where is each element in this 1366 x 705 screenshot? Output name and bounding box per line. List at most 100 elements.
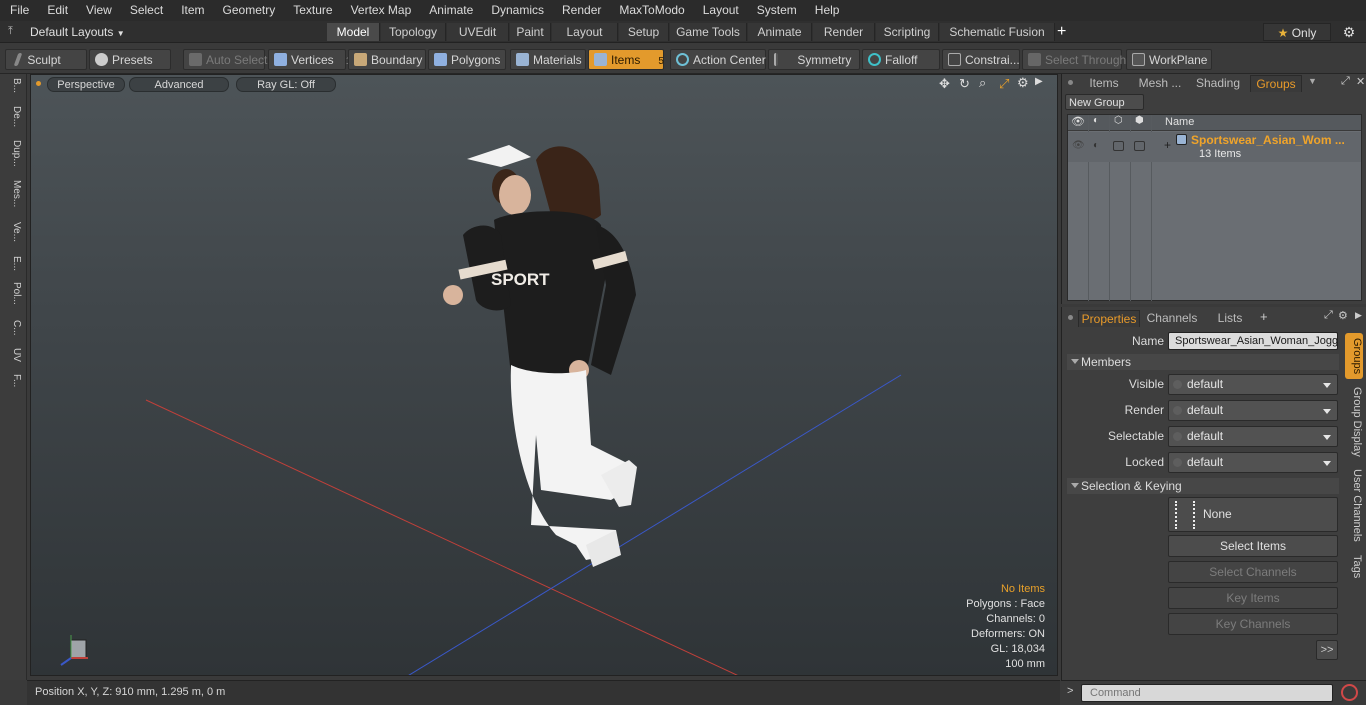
selectable-dropdown[interactable]: default (1168, 426, 1338, 447)
properties-tab-properties[interactable]: Properties (1078, 310, 1140, 327)
constraints-button[interactable]: Constrai... (942, 49, 1020, 70)
gear-icon[interactable]: ⚙ (1340, 21, 1358, 43)
items-button[interactable]: Items 5 (588, 49, 664, 70)
key-channels-button[interactable]: Key Channels (1168, 613, 1338, 635)
layout-tab-paint[interactable]: Paint (510, 23, 551, 41)
left-tab-9[interactable]: F... (4, 374, 22, 387)
auto-select-button[interactable]: Auto Select (183, 49, 267, 70)
groups-tab-groups[interactable]: Groups (1250, 75, 1302, 92)
visibility-toggle-icon[interactable]: 👁 (1072, 140, 1085, 151)
vertices-button[interactable]: Vertices1 (268, 49, 351, 70)
menu-vertex-map[interactable]: Vertex Map (341, 0, 420, 21)
action-center-button[interactable]: Action Center (670, 49, 766, 70)
symmetry-button[interactable]: Symmetry (768, 49, 860, 70)
layout-tab-scripting[interactable]: Scripting (876, 23, 939, 41)
mesh-icon[interactable]: ⬡ (1114, 115, 1123, 126)
menu-texture[interactable]: Texture (283, 0, 340, 21)
key-items-button[interactable]: Key Items (1168, 587, 1338, 609)
layout-tab-topology[interactable]: Topology (381, 23, 446, 41)
visible-dropdown[interactable]: default (1168, 374, 1338, 395)
selection-keying-section[interactable]: Selection & Keying (1067, 478, 1339, 494)
menu-render[interactable]: Render (552, 0, 609, 21)
sculpt-button[interactable]: Sculpt (5, 49, 87, 70)
group-name[interactable]: Sportswear_Asian_Wom ... (1191, 133, 1345, 147)
render-toggle-icon[interactable]: ◐ (1093, 140, 1099, 151)
groups-list[interactable]: 👁 ◐ ⬡ ⬢ Name 👁 ◐ + Sportswear_Asian_Wom … (1067, 114, 1362, 301)
menu-edit[interactable]: Edit (37, 0, 76, 21)
select-items-button[interactable]: Select Items (1168, 535, 1338, 557)
command-input[interactable] (1081, 684, 1333, 702)
name-field[interactable]: Sportswear_Asian_Woman_Jogg (1168, 332, 1338, 350)
name-column-header[interactable]: Name (1165, 116, 1194, 128)
menu-geometry[interactable]: Geometry (213, 0, 284, 21)
layout-tab-setup[interactable]: Setup (619, 23, 669, 41)
lock-icon[interactable]: ⬢ (1135, 115, 1144, 126)
layout-tab-layout[interactable]: Layout (552, 23, 618, 41)
menu-dynamics[interactable]: Dynamics (481, 0, 552, 21)
panel-menu-arrow-icon[interactable]: ▼ (1308, 76, 1317, 86)
record-icon[interactable] (1341, 684, 1358, 701)
panel-menu-arrow-icon[interactable]: ▶ (1355, 310, 1362, 321)
left-tab-2[interactable]: Dup... (4, 140, 22, 167)
group-row[interactable]: 👁 ◐ + Sportswear_Asian_Wom ... 13 Items (1068, 132, 1361, 162)
layout-tab-uvedit[interactable]: UVEdit (447, 23, 509, 41)
expand-panel-icon[interactable]: ⤢ (1341, 75, 1350, 88)
eye-icon[interactable]: 👁 (1071, 115, 1085, 128)
3d-viewport[interactable]: Perspective Advanced Ray GL: Off ✥ ↻ ⌕ ⤢… (30, 74, 1058, 676)
menu-view[interactable]: View (76, 0, 120, 21)
members-section[interactable]: Members (1067, 354, 1339, 370)
left-tab-4[interactable]: Ve... (4, 222, 22, 242)
layout-dropdown[interactable]: Default Layouts ▼ (30, 21, 125, 43)
mesh-toggle-icon[interactable] (1113, 141, 1124, 151)
add-panel-tab-icon[interactable]: + (1260, 309, 1268, 324)
locked-dropdown[interactable]: default (1168, 452, 1338, 473)
side-tab-user-channels[interactable]: User Channels (1345, 465, 1363, 545)
settings-gear-icon[interactable]: ⚙ (1338, 309, 1348, 322)
side-tab-group-display[interactable]: Group Display (1345, 383, 1363, 461)
left-tab-6[interactable]: Pol... (4, 282, 22, 305)
side-tab-tags[interactable]: Tags (1345, 549, 1363, 585)
new-group-button[interactable]: New Group (1065, 94, 1144, 110)
more-button[interactable]: >> (1316, 640, 1338, 660)
expand-plus-icon[interactable]: + (1164, 138, 1171, 152)
layout-tab-schematic-fusion[interactable]: Schematic Fusion (940, 23, 1055, 41)
menu-file[interactable]: File (0, 0, 37, 21)
left-tab-8[interactable]: UV (4, 348, 22, 362)
lock-toggle-icon[interactable] (1134, 141, 1145, 151)
expand-panel-icon[interactable]: ⤢ (1324, 309, 1333, 322)
render-dropdown[interactable]: default (1168, 400, 1338, 421)
menu-system[interactable]: System (747, 0, 805, 21)
layout-menu-icon[interactable]: ⤒ (8, 25, 20, 37)
menu-help[interactable]: Help (805, 0, 848, 21)
left-tab-0[interactable]: B... (4, 78, 22, 93)
close-panel-icon[interactable]: ✕ (1356, 75, 1365, 88)
select-channels-button[interactable]: Select Channels (1168, 561, 1338, 583)
properties-tab-channels[interactable]: Channels (1144, 310, 1200, 327)
only-button[interactable]: ★ Only (1263, 23, 1331, 41)
polygons-button[interactable]: Polygons (428, 49, 506, 70)
materials-button[interactable]: Materials (510, 49, 586, 70)
menu-select[interactable]: Select (120, 0, 171, 21)
workplane-button[interactable]: WorkPlane (1126, 49, 1212, 70)
layout-tab-model[interactable]: Model (327, 23, 380, 41)
side-tab-groups[interactable]: Groups (1345, 333, 1363, 379)
menu-item[interactable]: Item (171, 0, 212, 21)
layout-tab-game-tools[interactable]: Game Tools (670, 23, 747, 41)
properties-tab-lists[interactable]: Lists (1210, 310, 1250, 327)
falloff-button[interactable]: Falloff (862, 49, 940, 70)
left-tab-3[interactable]: Mes... (4, 180, 22, 207)
add-tab-icon[interactable]: + (1057, 21, 1071, 43)
groups-tab-mesh-[interactable]: Mesh ... (1134, 75, 1186, 92)
layout-tab-render[interactable]: Render (813, 23, 875, 41)
groups-tab-shading[interactable]: Shading (1190, 75, 1246, 92)
menu-animate[interactable]: Animate (419, 0, 481, 21)
boundary-button[interactable]: Boundary (348, 49, 426, 70)
groups-tab-items[interactable]: Items (1082, 75, 1126, 92)
left-tab-5[interactable]: E... (4, 256, 22, 271)
left-tab-1[interactable]: De... (4, 106, 22, 127)
menu-maxtomodo[interactable]: MaxToModo (609, 0, 692, 21)
layout-tab-animate[interactable]: Animate (748, 23, 812, 41)
select-through-button[interactable]: Select Through (1022, 49, 1126, 70)
none-button[interactable]: None (1168, 497, 1338, 532)
presets-button[interactable]: Presets (89, 49, 171, 70)
